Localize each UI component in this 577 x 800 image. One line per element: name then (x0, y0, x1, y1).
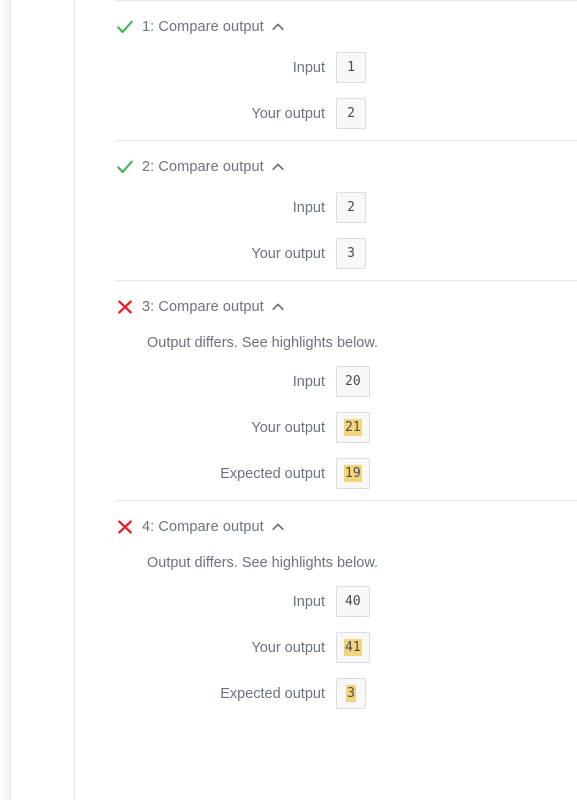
value-box: 19 (336, 458, 370, 489)
value-box: 21 (336, 412, 370, 443)
value-text: 1 (347, 60, 355, 75)
value-box: 3 (336, 238, 366, 269)
field-label: Your output (251, 419, 325, 436)
field-row: Your output 3 (115, 238, 577, 269)
chevron-up-icon[interactable] (271, 520, 285, 534)
red-x-icon (118, 299, 132, 314)
chevron-up-icon[interactable] (271, 20, 285, 34)
field-label: Input (292, 373, 325, 390)
field-row: Input 40 (115, 586, 577, 617)
test-case-title: 1: Compare output (142, 18, 264, 35)
field-label: Input (292, 593, 325, 610)
field-row: Your output 2 (115, 98, 577, 129)
value-box: 2 (336, 192, 366, 223)
page-outer-rail (10, 0, 11, 800)
value-box: 20 (336, 366, 370, 397)
value-box: 41 (336, 632, 370, 663)
test-case-3: 3: Compare output Output differs. See hig… (115, 280, 577, 500)
value-text: 40 (345, 594, 361, 609)
value-box: 40 (336, 586, 370, 617)
field-label: Input (292, 59, 325, 76)
value-text: 20 (345, 374, 361, 389)
test-case-4: 4: Compare output Output differs. See hig… (115, 500, 577, 720)
output-differs-message: Output differs. See highlights below. (147, 555, 379, 571)
test-case-1: 1: Compare output Input 1 Your output 2 (115, 0, 577, 140)
value-text: 3 (347, 246, 355, 261)
field-label: Your output (251, 639, 325, 656)
value-text: 2 (347, 200, 355, 215)
test-case-header[interactable]: 3: Compare output (115, 296, 577, 317)
test-results-panel: 1: Compare output Input 1 Your output 2 2: Co… (75, 0, 577, 800)
test-case-2: 2: Compare output Input 2 Your output 3 (115, 140, 577, 280)
test-case-title: 3: Compare output (142, 298, 264, 315)
field-row: Your output 41 (115, 632, 577, 663)
output-differs-message: Output differs. See highlights below. (147, 335, 379, 351)
value-text-highlighted: 21 (344, 419, 362, 436)
field-row: Expected output 19 (115, 458, 577, 489)
value-box: 3 (336, 678, 366, 709)
field-label: Input (292, 199, 325, 216)
test-case-header[interactable]: 1: Compare output (115, 16, 577, 37)
green-check-icon (117, 160, 133, 173)
test-case-title: 2: Compare output (142, 158, 264, 175)
chevron-up-icon[interactable] (271, 160, 285, 174)
field-row: Input 1 (115, 52, 577, 83)
field-label: Your output (251, 105, 325, 122)
field-label: Your output (251, 245, 325, 262)
page-left-shade (0, 0, 10, 800)
value-text-highlighted: 41 (344, 639, 362, 656)
field-label: Expected output (220, 465, 325, 482)
red-x-icon (118, 519, 132, 534)
field-row: Input 20 (115, 366, 577, 397)
value-box: 1 (336, 52, 366, 83)
green-check-icon (117, 20, 133, 33)
chevron-up-icon[interactable] (271, 300, 285, 314)
test-case-header[interactable]: 2: Compare output (115, 156, 577, 177)
field-label: Expected output (220, 685, 325, 702)
value-text-highlighted: 19 (344, 465, 362, 482)
value-text-highlighted: 3 (346, 685, 356, 702)
field-row: Input 2 (115, 192, 577, 223)
value-text: 2 (347, 106, 355, 121)
field-row: Your output 21 (115, 412, 577, 443)
field-row: Expected output 3 (115, 678, 577, 709)
value-box: 2 (336, 98, 366, 129)
test-case-header[interactable]: 4: Compare output (115, 516, 577, 537)
test-case-title: 4: Compare output (142, 518, 264, 535)
